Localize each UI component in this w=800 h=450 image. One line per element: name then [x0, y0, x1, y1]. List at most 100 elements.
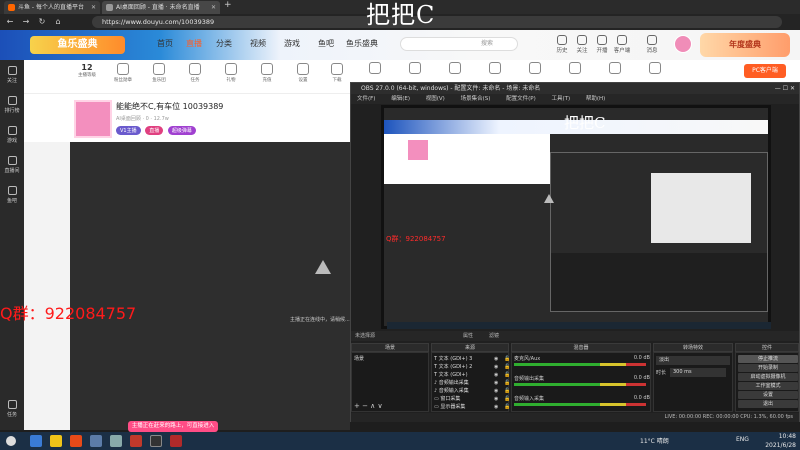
tag-badge[interactable]: 直播 — [145, 126, 164, 135]
eye-icon[interactable]: ◉ — [494, 403, 498, 411]
sidebar-item-room[interactable]: 直播间 — [0, 156, 24, 174]
volume-meter[interactable] — [514, 363, 646, 366]
sidebar-item-fishbar[interactable]: 鱼吧 — [0, 186, 24, 204]
studio-mode-button[interactable]: 工作室模式 — [738, 382, 798, 390]
menu-file[interactable]: 文件(F) — [357, 96, 375, 102]
follow-button[interactable]: 关注 — [572, 35, 592, 54]
tool-share[interactable] — [560, 62, 590, 76]
history-button[interactable]: 历史 — [552, 35, 572, 54]
avatar[interactable] — [674, 35, 692, 53]
properties-button[interactable]: 属性 — [463, 331, 473, 341]
menu-scene-collection[interactable]: 场景集合(S) — [461, 96, 491, 102]
video-player[interactable]: 主播正在连线中，请稍候... — [70, 142, 350, 430]
scene-item[interactable]: 场景 — [354, 355, 364, 362]
sidebar-item-rank[interactable]: 排行榜 — [0, 96, 24, 114]
eye-icon[interactable]: ◉ — [494, 395, 498, 403]
eye-icon[interactable]: ◉ — [494, 355, 498, 363]
eye-icon[interactable]: ◉ — [494, 387, 498, 395]
app-icon[interactable] — [110, 435, 122, 447]
start-recording-button[interactable]: 开始录制 — [738, 364, 798, 372]
clock[interactable]: 10:48 2021/6/28 — [765, 432, 796, 450]
message-button[interactable]: 消息 — [642, 35, 662, 54]
app-icon[interactable] — [130, 435, 142, 447]
volume-meter[interactable] — [514, 383, 646, 386]
lock-icon[interactable]: 🔓 — [504, 379, 510, 387]
pc-client-button[interactable]: PC客户端 — [744, 64, 786, 78]
tool-ladder[interactable] — [440, 62, 470, 76]
tool-video[interactable] — [600, 62, 630, 76]
tool-task[interactable]: 任务 — [180, 63, 210, 83]
source-item[interactable]: ♪ 音频输入采集 ◉ 🔓 — [434, 387, 510, 395]
start-live-button[interactable]: 开播 — [592, 35, 612, 54]
menu-help[interactable]: 帮助(H) — [586, 96, 605, 102]
nav-category[interactable]: 分类 — [216, 38, 232, 49]
nav-live[interactable]: 直播 — [186, 38, 202, 49]
menu-profile[interactable]: 配置文件(P) — [506, 96, 536, 102]
search-input[interactable]: 搜索 — [400, 37, 518, 51]
festival-banner[interactable]: 年度盛典 — [700, 33, 790, 57]
forward-icon[interactable]: → — [20, 16, 32, 28]
sidebar-item-follow[interactable]: 关注 — [0, 66, 24, 84]
tool-service[interactable] — [360, 62, 390, 76]
tool-fan-medal[interactable]: 粉丝勋章 — [108, 63, 138, 83]
source-item[interactable]: T 文本 (GDI+) ◉ 🔓 — [434, 371, 510, 379]
tool-settings[interactable]: 设置 — [288, 63, 318, 83]
eye-icon[interactable]: ◉ — [494, 379, 498, 387]
tool-record[interactable] — [640, 62, 670, 76]
notice-banner[interactable]: 主播正在赶来的路上，可直接进入 — [128, 421, 218, 432]
anchor-level[interactable]: 12 主播等级 — [72, 63, 102, 78]
obs-taskbar-icon[interactable] — [150, 435, 162, 447]
lock-icon[interactable]: 🔓 — [504, 395, 510, 403]
source-item[interactable]: ▭ 窗口采集 ◉ 🔓 — [434, 395, 510, 403]
lock-icon[interactable]: 🔓 — [504, 355, 510, 363]
url-field[interactable]: https://www.douyu.com/10039389 — [92, 16, 782, 28]
lock-icon[interactable]: 🔓 — [504, 387, 510, 395]
eye-icon[interactable]: ◉ — [494, 363, 498, 371]
exit-button[interactable]: 退出 — [738, 400, 798, 408]
close-icon[interactable]: ✕ — [211, 1, 216, 14]
obs-preview[interactable]: 把把C Q群：922084757 — [381, 105, 771, 329]
tool-fish-group[interactable]: 鱼乐团 — [144, 63, 174, 83]
nav-fishbar[interactable]: 鱼吧 — [318, 38, 334, 49]
menu-edit[interactable]: 编辑(E) — [391, 96, 410, 102]
app-icon[interactable] — [70, 435, 82, 447]
new-tab-button[interactable]: + — [224, 0, 232, 10]
stop-stream-button[interactable]: 停止推流 — [738, 355, 798, 363]
settings-button[interactable]: 设置 — [738, 391, 798, 399]
source-item[interactable]: ♪ 音频输出采集 ◉ 🔓 — [434, 379, 510, 387]
tool-recharge[interactable]: 充值 — [252, 63, 282, 83]
source-item[interactable]: T 文本 (GDI+) 3 ◉ 🔓 — [434, 355, 510, 363]
lock-icon[interactable]: 🔓 — [504, 363, 510, 371]
tool-guess[interactable] — [480, 62, 510, 76]
tool-download[interactable]: 下载 — [322, 63, 352, 83]
filters-button[interactable]: 滤镜 — [489, 331, 499, 341]
browser-tab-douyu[interactable]: 斗鱼 - 每个人的直播平台 ✕ — [4, 1, 100, 14]
tag-badge[interactable]: 超级弹幕 — [167, 126, 196, 135]
tool-lottery[interactable] — [520, 62, 550, 76]
douyu-logo[interactable]: 鱼乐盛典 — [30, 36, 125, 54]
folder-icon[interactable] — [50, 435, 62, 447]
reload-icon[interactable]: ↻ — [36, 16, 48, 28]
steam-icon[interactable] — [90, 435, 102, 447]
window-controls[interactable]: — ☐ ✕ — [775, 83, 795, 94]
tool-activity[interactable] — [400, 62, 430, 76]
client-button[interactable]: 客户端 — [612, 35, 632, 54]
nav-game[interactable]: 游戏 — [284, 38, 300, 49]
tool-gift[interactable]: 礼物 — [216, 63, 246, 83]
sidebar-item-game[interactable]: 游戏 — [0, 126, 24, 144]
home-icon[interactable]: ⌂ — [52, 16, 64, 28]
menu-view[interactable]: 视图(V) — [426, 96, 445, 102]
eye-icon[interactable]: ◉ — [494, 371, 498, 379]
source-item[interactable]: T 文本 (GDI+) 2 ◉ 🔓 — [434, 363, 510, 371]
start-icon[interactable] — [6, 436, 16, 446]
transition-select[interactable]: 淡出 — [656, 356, 730, 365]
nav-video[interactable]: 视频 — [250, 38, 266, 49]
nav-home[interactable]: 首页 — [157, 38, 173, 49]
nav-festival[interactable]: 鱼乐盛典 — [346, 38, 378, 49]
browser-tab-obs[interactable]: AI桌面回顾 - 直播 · 未命名直播 ✕ — [102, 1, 220, 14]
lock-icon[interactable]: 🔓 — [504, 371, 510, 379]
volume-meter[interactable] — [514, 403, 646, 406]
back-icon[interactable]: ← — [4, 16, 16, 28]
weather[interactable]: 11°C 晴朗 — [640, 436, 669, 445]
duration-field[interactable]: 300 ms — [670, 368, 726, 377]
